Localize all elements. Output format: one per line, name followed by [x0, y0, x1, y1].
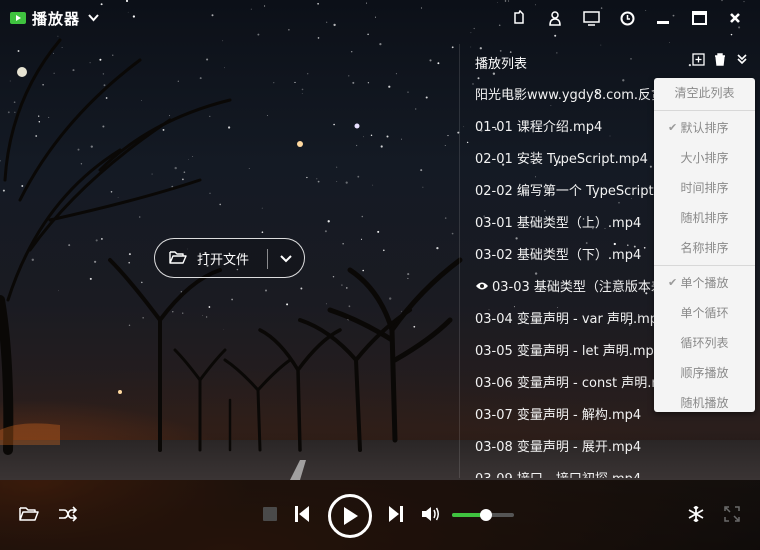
- volume-knob[interactable]: [480, 509, 493, 521]
- open-file-button[interactable]: 打开文件: [154, 238, 305, 278]
- playlist-item-label: 03-08 变量声明 - 展开.mp4: [475, 440, 642, 455]
- chevron-down-icon[interactable]: [88, 12, 99, 25]
- menu-item-label: 随机排序: [680, 211, 729, 225]
- menu-item-label: 循环列表: [680, 336, 729, 350]
- playlist-title: 播放列表: [475, 56, 528, 72]
- playlist-actions: [691, 52, 749, 66]
- menu-play-mode-group: ✔ 单个播放单个循环循环列表顺序播放随机播放: [654, 268, 755, 418]
- close-icon[interactable]: [724, 7, 746, 29]
- maximize-icon[interactable]: [688, 7, 710, 29]
- menu-toggle-icon[interactable]: [735, 52, 749, 66]
- playlist-item[interactable]: 03-09 接口 - 接口初探.mp4: [460, 464, 759, 478]
- menu-item-label: 单个播放: [680, 276, 729, 290]
- open-file-label: 打开文件: [197, 252, 250, 268]
- add-icon[interactable]: [691, 52, 705, 66]
- previous-icon[interactable]: [294, 505, 310, 523]
- play-button[interactable]: [328, 494, 372, 538]
- menu-divider: [654, 110, 755, 111]
- next-icon[interactable]: [388, 505, 404, 523]
- menu-item-mode[interactable]: ✔ 单个播放: [654, 268, 755, 298]
- playlist-item-label: 03-01 基础类型（上）.mp4: [475, 216, 642, 231]
- playlist-item-label: 02-01 安装 TypeScript.mp4: [475, 152, 648, 167]
- user-icon[interactable]: [544, 7, 566, 29]
- playlist-context-menu: 清空此列表 ✔ 默认排序 大小排序 时间排序 随机排序 名称排序 ✔ 单个播放 单个循环 循环列…: [654, 78, 755, 412]
- menu-item-label: 默认排序: [680, 121, 729, 135]
- menu-item-label: 单个循环: [680, 306, 729, 320]
- title-bar: 播放器: [0, 0, 760, 36]
- menu-divider: [654, 265, 755, 266]
- playlist-item-label: 03-07 变量声明 - 解构.mp4: [475, 408, 642, 423]
- menu-item-label: 大小排序: [680, 151, 729, 165]
- playlist-item[interactable]: 03-08 变量声明 - 展开.mp4: [460, 432, 759, 464]
- clock-icon[interactable]: [616, 7, 638, 29]
- playlist-item-label: 03-05 变量声明 - let 声明.mp4: [475, 344, 663, 359]
- playlist-item-label: 01-01 课程介绍.mp4: [475, 120, 603, 135]
- checkmark-icon: ✔: [668, 121, 678, 134]
- open-folder-icon[interactable]: [18, 504, 40, 524]
- menu-item-mode[interactable]: 随机播放: [654, 388, 755, 418]
- menu-item-sort[interactable]: 大小排序: [654, 143, 755, 173]
- menu-item-sort[interactable]: ✔ 默认排序: [654, 113, 755, 143]
- screen-icon[interactable]: [580, 7, 602, 29]
- window-controls: [508, 0, 746, 36]
- fullscreen-icon[interactable]: [724, 506, 740, 522]
- menu-item-sort[interactable]: 时间排序: [654, 173, 755, 203]
- stop-icon[interactable]: [263, 507, 277, 521]
- playlist-item-label: 03-09 接口 - 接口初探.mp4: [475, 472, 641, 478]
- app-logo-icon: [10, 12, 26, 24]
- checkmark-icon: ✔: [668, 276, 678, 289]
- divider: [267, 249, 268, 269]
- volume-slider[interactable]: [452, 509, 514, 521]
- menu-sort-group: ✔ 默认排序大小排序时间排序随机排序名称排序: [654, 113, 755, 263]
- shuffle-icon[interactable]: [57, 504, 79, 524]
- snowflake-icon[interactable]: [686, 504, 706, 524]
- menu-item-sort[interactable]: 名称排序: [654, 233, 755, 263]
- menu-item-sort[interactable]: 随机排序: [654, 203, 755, 233]
- skin-icon[interactable]: [508, 7, 530, 29]
- menu-item-mode[interactable]: 循环列表: [654, 328, 755, 358]
- open-file-dropdown[interactable]: [275, 249, 297, 269]
- trash-icon[interactable]: [713, 52, 727, 66]
- app-title[interactable]: 播放器: [32, 8, 80, 29]
- menu-item-label: 随机播放: [680, 396, 729, 410]
- control-bar: [0, 480, 760, 550]
- menu-item-mode[interactable]: 单个循环: [654, 298, 755, 328]
- menu-item-label: 顺序播放: [680, 366, 729, 380]
- menu-item-label: 名称排序: [680, 241, 729, 255]
- playlist-item-label: 03-04 变量声明 - var 声明.mp4: [475, 312, 667, 327]
- folder-open-icon: [169, 250, 189, 266]
- menu-clear-list[interactable]: 清空此列表: [654, 78, 755, 108]
- eye-icon: [475, 272, 489, 304]
- minimize-icon[interactable]: [652, 7, 674, 29]
- volume-icon[interactable]: [420, 505, 440, 523]
- playlist-item-label: 03-02 基础类型（下）.mp4: [475, 248, 642, 263]
- menu-item-mode[interactable]: 顺序播放: [654, 358, 755, 388]
- playlist-item-label: 03-06 变量声明 - const 声明.mp4: [475, 376, 681, 391]
- menu-item-label: 时间排序: [680, 181, 729, 195]
